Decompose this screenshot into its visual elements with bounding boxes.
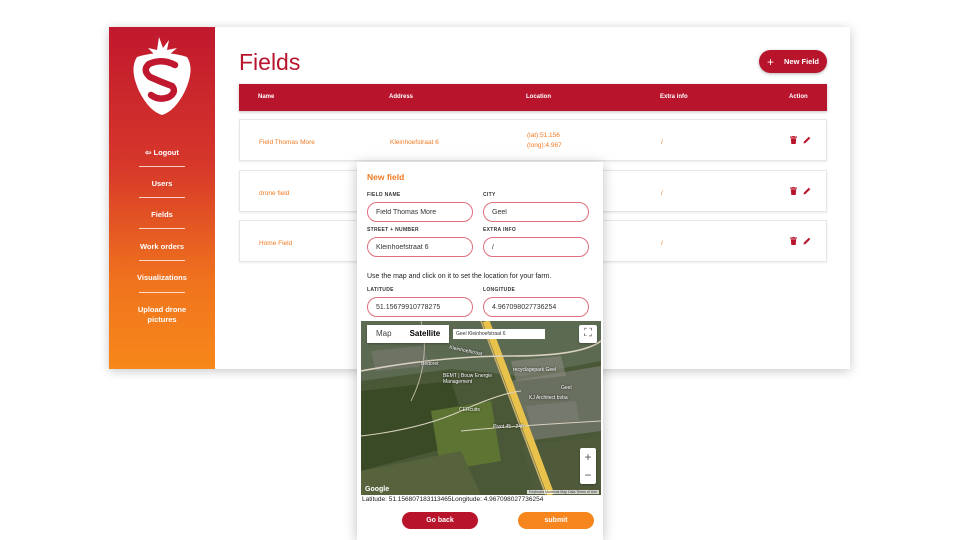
latitude-label: LATITUDE — [367, 287, 394, 293]
go-back-button[interactable]: Go back — [402, 512, 478, 529]
cell-location-lat: (lat):51.156 — [527, 132, 560, 139]
poi-label[interactable]: BEMT | Bouw Energie Management — [443, 373, 493, 385]
trash-icon[interactable] — [790, 136, 797, 144]
pencil-icon[interactable] — [803, 187, 811, 195]
column-header-action: Action — [789, 94, 808, 100]
column-header-location: Location — [526, 94, 551, 100]
nav-divider — [139, 260, 185, 261]
column-header-address: Address — [389, 94, 414, 100]
map-type-tabs: Map Satellite — [367, 325, 450, 343]
nav-divider — [139, 197, 185, 198]
zoom-control: + − — [580, 448, 596, 484]
cell-name: drone field — [259, 190, 290, 197]
sidebar-item-upload-drone-pictures[interactable]: Upload drone pictures — [109, 305, 215, 325]
row-actions — [790, 187, 811, 195]
map-hint: Use the map and click on it to set the l… — [367, 273, 552, 280]
row-actions — [790, 136, 811, 144]
cell-address: Kleinhoefstraat 6 — [390, 139, 439, 146]
pencil-icon[interactable] — [803, 237, 811, 245]
map-search-box[interactable]: Geel Kleinhoefstraat 6 — [453, 329, 545, 339]
field-name-input[interactable] — [367, 202, 473, 222]
road-label: Geel — [561, 385, 572, 391]
trash-icon[interactable] — [790, 187, 797, 195]
street-label: STREET + NUMBER — [367, 227, 419, 233]
latitude-input[interactable] — [367, 297, 473, 317]
cell-extra-info: / — [661, 240, 663, 247]
submit-button[interactable]: submit — [518, 512, 594, 529]
sidebar-item-fields[interactable]: Fields — [109, 210, 215, 220]
page-title: Fields — [239, 49, 301, 75]
longitude-input[interactable] — [483, 297, 589, 317]
extra-info-label: EXTRA INFO — [483, 227, 517, 233]
nav-divider — [139, 228, 185, 229]
cell-location-long: (long):4.967 — [527, 142, 562, 149]
google-logo: Google — [365, 486, 390, 493]
nav-divider — [139, 166, 185, 167]
table-row[interactable]: Field Thomas More Kleinhoefstraat 6 (lat… — [239, 119, 827, 161]
row-actions — [790, 237, 811, 245]
trash-icon[interactable] — [790, 237, 797, 245]
pencil-icon[interactable] — [803, 136, 811, 144]
city-label: CITY — [483, 192, 496, 198]
map-tab-map[interactable]: Map — [367, 325, 401, 343]
satellite-map[interactable]: Bedoret BEMT | Bouw Energie Management r… — [361, 321, 601, 495]
city-input[interactable] — [483, 202, 589, 222]
sidebar: ⇦ Logout Users Fields Work orders Visual… — [109, 27, 215, 369]
sidebar-item-visualizations[interactable]: Visualizations — [109, 273, 215, 283]
column-header-extra-info: Extra info — [660, 94, 688, 100]
longitude-label: LONGITUDE — [483, 287, 516, 293]
sidebar-item-work-orders[interactable]: Work orders — [109, 242, 215, 252]
modal-title: New field — [367, 172, 405, 182]
cell-name: Field Thomas More — [259, 139, 315, 146]
new-field-label: New Field — [784, 57, 820, 66]
logout-label: Logout — [153, 148, 179, 157]
poi-label[interactable]: CERcuits — [459, 407, 480, 413]
selected-coordinates: Latitude: 51.156807183113465Longitude: 4… — [362, 496, 544, 503]
field-name-label: FIELD NAME — [367, 192, 401, 198]
map-imagery[interactable] — [361, 321, 601, 495]
sidebar-item-users[interactable]: Users — [109, 179, 215, 189]
new-field-button[interactable]: + New Field — [759, 50, 827, 73]
cell-location: (lat):51.156 (long):4.967 — [527, 131, 562, 151]
strawberry-s-logo[interactable] — [129, 35, 195, 117]
cell-name: Home Field — [259, 240, 293, 247]
zoom-in-button[interactable]: + — [580, 448, 596, 466]
plus-icon: + — [766, 54, 774, 69]
map-attribution[interactable]: Keyboard shortcuts Map Data Terms of Use — [527, 490, 599, 494]
poi-label[interactable]: KJ Architect bvba — [529, 395, 568, 401]
map-tab-satellite[interactable]: Satellite — [401, 325, 450, 343]
logout-link[interactable]: ⇦ Logout — [109, 148, 215, 158]
new-field-modal: New field FIELD NAME CITY STREET + NUMBE… — [357, 162, 603, 540]
zoom-out-button[interactable]: − — [580, 466, 596, 484]
poi-label[interactable]: Bedoret — [421, 361, 439, 367]
extra-info-input[interactable] — [483, 237, 589, 257]
table-header: Name Address Location Extra info Action — [239, 84, 827, 111]
cell-extra-info: / — [661, 190, 663, 197]
poi-label[interactable]: Pivot 45 - 246 — [493, 424, 524, 430]
cell-extra-info: / — [661, 139, 663, 146]
column-header-name: Name — [258, 94, 275, 100]
nav-divider — [139, 292, 185, 293]
street-input[interactable] — [367, 237, 473, 257]
logout-icon: ⇦ — [145, 148, 152, 157]
poi-label[interactable]: recyclagepark Geel — [513, 367, 556, 373]
fullscreen-icon[interactable]: ⛶ — [579, 325, 597, 343]
